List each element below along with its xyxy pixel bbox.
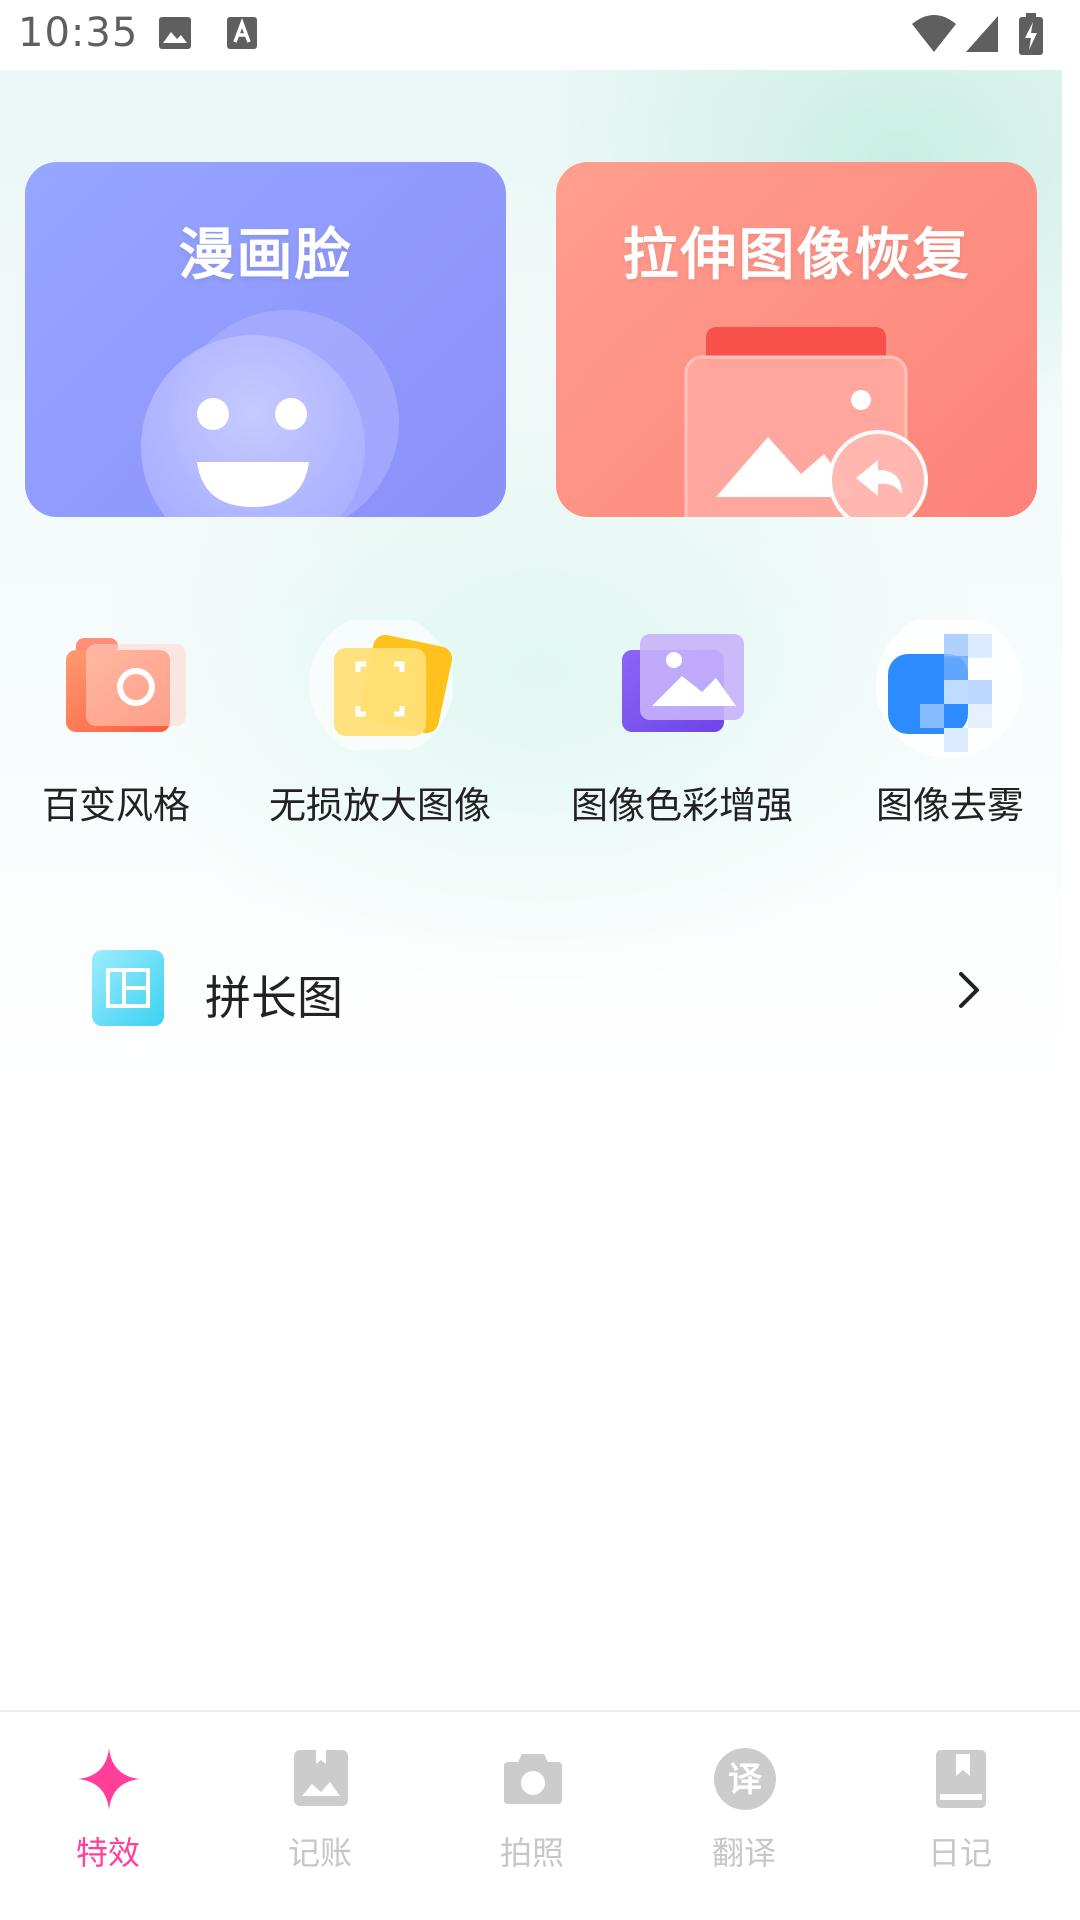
dehaze-icon [876,620,1022,758]
app-screen: 10:35 漫画脸 拉伸图像恢复 百变风格 无损放大图像 图像色彩增强 图像去雾… [0,0,1080,1920]
nav-label: 翻译 [711,1834,776,1872]
nav-label: 特效 [75,1834,140,1872]
enlarge-image-icon [309,620,453,750]
battery-charging-icon [1019,13,1043,55]
nav-tab-effects[interactable]: 特效 [0,1712,216,1892]
color-enhance-icon [622,634,744,732]
translate-glyph: 译 [728,1760,763,1800]
bottom-navigation: 特效 记账 拍照 译 翻译 日记 [0,1710,1080,1920]
status-bar: 10:35 [0,0,1080,70]
camera-style-icon [66,638,186,732]
status-time: 10:35 [18,10,139,56]
nav-tab-camera[interactable]: 拍照 [424,1712,640,1892]
nav-label: 记账 [287,1834,352,1872]
camera-icon [504,1754,562,1804]
edge-strip [1062,70,1080,1710]
tool-label: 图像去雾 [876,784,1024,827]
translate-icon: 译 [714,1748,776,1810]
chevron-right-icon [959,972,979,1008]
wifi-icon [912,15,956,52]
text-notification-icon [227,17,257,49]
tool-label: 图像色彩增强 [571,784,793,827]
tool-lossless-enlarge[interactable]: 无损放大图像 [250,600,510,840]
diary-book-icon [936,1750,986,1808]
list-item-label: 拼长图 [205,971,343,1025]
tool-color-enhance[interactable]: 图像色彩增强 [552,600,812,840]
sparkle-icon [78,1748,140,1810]
gallery-notification-icon [159,17,191,49]
card-title: 拉伸图像恢复 [622,223,971,288]
nav-tab-accounting[interactable]: 记账 [212,1712,428,1892]
tool-label: 百变风格 [42,784,190,827]
bookmark-photo-icon [294,1750,348,1806]
tool-style-variety[interactable]: 百变风格 [0,600,246,840]
cell-signal-icon [966,16,998,52]
comic-face-card[interactable]: 漫画脸 [25,162,506,517]
stretch-restore-card[interactable]: 拉伸图像恢复 [556,162,1037,517]
nav-tab-diary[interactable]: 日记 [852,1712,1068,1892]
card-title: 漫画脸 [178,223,353,288]
nav-label: 拍照 [499,1834,564,1872]
tool-label: 无损放大图像 [269,784,491,827]
long-image-row[interactable]: 拼长图 [60,930,1020,1050]
nav-label: 日记 [927,1834,992,1872]
layout-grid-icon [92,950,164,1026]
tool-dehaze[interactable]: 图像去雾 [820,600,1080,840]
nav-tab-translate[interactable]: 译 翻译 [636,1712,852,1892]
